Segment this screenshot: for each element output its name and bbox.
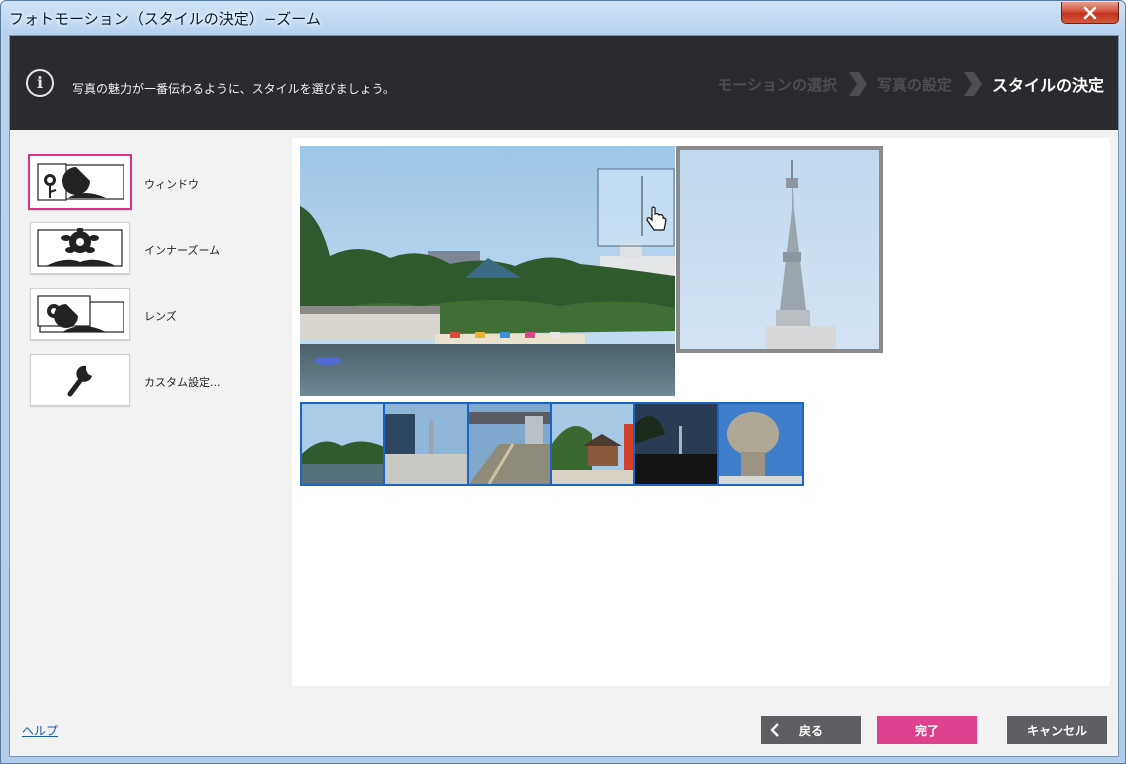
film-thumbnail[interactable] bbox=[552, 404, 636, 484]
title-bar[interactable]: フォトモーション（スタイルの決定）−ズーム bbox=[1, 1, 1125, 35]
sculpture-thumb bbox=[718, 404, 803, 484]
style-option-window[interactable]: ウィンドウ bbox=[28, 154, 278, 210]
style-list: ウィンドウ インナーズーム レンズ カスタム設定... bbox=[28, 154, 278, 418]
window-style-icon bbox=[37, 163, 124, 201]
station-thumb bbox=[468, 404, 551, 484]
style-thumbnail bbox=[28, 154, 132, 210]
preview-area bbox=[292, 138, 1110, 686]
style-option-inner-zoom[interactable]: インナーズーム bbox=[28, 220, 278, 276]
film-thumbnail[interactable] bbox=[302, 404, 386, 484]
close-icon bbox=[1083, 6, 1097, 19]
style-label: インナーズーム bbox=[144, 244, 221, 257]
tower-street-thumb bbox=[385, 404, 467, 484]
chevron-right-icon bbox=[963, 72, 982, 96]
film-thumbnail[interactable] bbox=[468, 404, 553, 484]
wizard-steps: モーションの選択 写真の設定 スタイルの決定 bbox=[717, 71, 1104, 97]
step-motion-select: モーションの選択 bbox=[717, 75, 837, 94]
style-option-lens[interactable]: レンズ bbox=[28, 286, 278, 342]
window-title: フォトモーション（スタイルの決定）−ズーム bbox=[9, 10, 321, 28]
inner-zoom-icon bbox=[37, 228, 123, 267]
cancel-button-label: キャンセル bbox=[1026, 723, 1087, 738]
done-button[interactable]: 完了 bbox=[877, 716, 977, 744]
back-button-label: 戻る bbox=[798, 723, 823, 738]
main-photo[interactable] bbox=[300, 146, 675, 396]
shrine-thumb bbox=[552, 404, 634, 484]
park-pond-photo bbox=[300, 146, 675, 396]
done-button-label: 完了 bbox=[914, 723, 939, 738]
style-label: カスタム設定... bbox=[144, 376, 221, 389]
style-option-custom[interactable]: カスタム設定... bbox=[28, 352, 278, 408]
photo-filmstrip bbox=[300, 402, 804, 486]
back-button[interactable]: 戻る bbox=[761, 716, 861, 744]
style-thumbnail bbox=[30, 288, 130, 340]
style-thumbnail bbox=[30, 354, 130, 406]
park-thumb bbox=[302, 404, 384, 484]
chevron-right-icon bbox=[848, 72, 867, 96]
wizard-header: i 写真の魅力が一番伝わるように、スタイルを選びましょう。 モーションの選択 写… bbox=[10, 36, 1118, 130]
step-style-decide: スタイルの決定 bbox=[991, 76, 1104, 95]
application-window: フォトモーション（スタイルの決定）−ズーム i 写真の魅力が一番伝わるように、ス… bbox=[0, 0, 1126, 764]
style-label: ウィンドウ bbox=[144, 178, 199, 191]
tower-zoom-photo bbox=[766, 160, 836, 349]
film-thumbnail[interactable] bbox=[385, 404, 469, 484]
chevron-left-icon bbox=[770, 723, 779, 737]
wrench-icon bbox=[67, 365, 92, 397]
close-button[interactable] bbox=[1061, 2, 1119, 24]
film-thumbnail[interactable] bbox=[635, 404, 719, 484]
dialog-client: i 写真の魅力が一番伝わるように、スタイルを選びましょう。 モーションの選択 写… bbox=[9, 35, 1119, 757]
help-link[interactable]: ヘルプ bbox=[22, 722, 58, 739]
info-icon: i bbox=[26, 69, 54, 97]
style-thumbnail bbox=[30, 222, 130, 274]
header-message: 写真の魅力が一番伝わるように、スタイルを選びましょう。 bbox=[72, 82, 395, 96]
lens-icon bbox=[37, 295, 124, 333]
film-thumbnail[interactable] bbox=[718, 404, 803, 484]
style-label: レンズ bbox=[144, 310, 177, 323]
step-photo-settings: 写真の設定 bbox=[876, 75, 952, 94]
night-tower-thumb bbox=[635, 404, 717, 484]
cancel-button[interactable]: キャンセル bbox=[1007, 716, 1107, 744]
zoom-window bbox=[676, 146, 883, 353]
